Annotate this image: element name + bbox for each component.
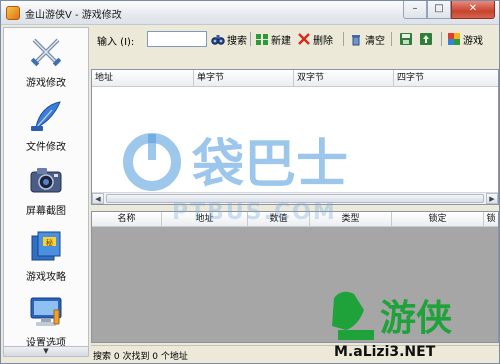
sidebar-item-label: 游戏攻略 [26,272,66,283]
corner-watermark-text: 游侠 [380,298,453,339]
column-header-byte[interactable]: 单字节 [194,70,294,86]
load-button[interactable] [419,30,435,48]
column-header-address[interactable]: 地址 [92,70,194,86]
column-header-name[interactable]: 名称 [92,212,162,226]
column-header-lock-extra[interactable]: 锁 [484,212,498,226]
status-text: 搜索 0 次找到 0 个地址 [93,352,188,362]
save-icon [400,33,412,45]
svg-text:秘: 秘 [46,238,53,247]
game-button-label: 游戏 [463,35,483,47]
address-list-header: 地址 单字节 双字节 四字节 [92,70,498,87]
watermark-sub-text: PTBUS.COM [172,200,337,225]
column-header-dword[interactable]: 四字节 [394,70,498,86]
toolbar-divider [250,32,251,46]
column-header-lock[interactable]: 锁定 [392,212,484,226]
new-button[interactable]: 新建 [255,30,291,48]
title-bar[interactable]: 金山游侠V - 游戏修改 – □ ✕ [1,1,499,25]
maximize-button[interactable]: □ [427,1,451,19]
clear-button-label: 清空 [365,35,385,47]
corner-watermark-site: M.aLizi3.NET [334,344,436,360]
column-header-word[interactable]: 双字节 [294,70,394,86]
scroll-right-arrow-icon[interactable]: ▶ [486,193,498,204]
trash-icon [352,35,360,46]
watermark-logo: 袋巴士 [123,133,348,195]
clear-button[interactable]: 清空 [349,30,385,48]
sidebar-scroll-down-button[interactable]: ▼ [4,346,88,356]
search-button-label: 搜索 [227,35,247,47]
load-icon [420,33,432,45]
toolbar-divider [391,32,392,46]
sidebar-item-screenshot[interactable]: 屏幕截图 [4,158,88,220]
sidebar-item-strategy[interactable]: 秘 游戏攻略 [4,224,88,286]
sidebar-item-label: 屏幕截图 [26,206,66,217]
delete-button[interactable]: 删除 [297,30,333,48]
crossed-swords-icon [30,38,62,67]
search-button[interactable]: 搜索 [211,30,247,48]
close-button[interactable]: ✕ [451,1,495,19]
sidebar: 游戏修改 文件修改 屏幕截图 秘 游戏攻略 设置选项 ▼ [3,27,89,357]
sidebar-item-label: 游戏修改 [26,78,66,89]
camera-icon [30,168,62,193]
search-value-input[interactable] [147,31,207,47]
sidebar-item-game-modify[interactable]: 游戏修改 [4,30,88,92]
search-input-label: 输入 (I): [97,37,135,48]
delete-x-icon [298,33,310,45]
window-title: 金山游侠V - 游戏修改 [25,10,122,21]
app-logo-icon [6,6,20,20]
scroll-left-arrow-icon[interactable]: ◀ [92,193,104,204]
save-button[interactable] [399,30,415,48]
toolbar: 输入 (I): 搜索 新建 删除 清空 游戏 [91,27,499,53]
delete-button-label: 删除 [313,35,333,47]
books-icon: 秘 [31,231,61,261]
corner-watermark-logo: 游侠 M.aLizi3.NET [332,291,453,360]
watermark-center-text: 袋巴士 [191,135,348,195]
sidebar-item-file-modify[interactable]: 文件修改 [4,94,88,156]
binoculars-icon [211,35,225,45]
toolbar-divider [343,32,344,46]
new-icon [256,34,268,45]
blue-feather-pen-icon [31,101,61,131]
sidebar-item-settings[interactable]: 设置选项 [4,290,88,352]
game-button[interactable]: 游戏 [447,30,483,48]
sidebar-item-label: 文件修改 [26,142,66,153]
minimize-button[interactable]: – [403,1,427,19]
monitor-settings-icon [30,297,62,326]
toolbar-divider [441,32,442,46]
new-button-label: 新建 [271,35,291,47]
game-icon [448,33,460,45]
